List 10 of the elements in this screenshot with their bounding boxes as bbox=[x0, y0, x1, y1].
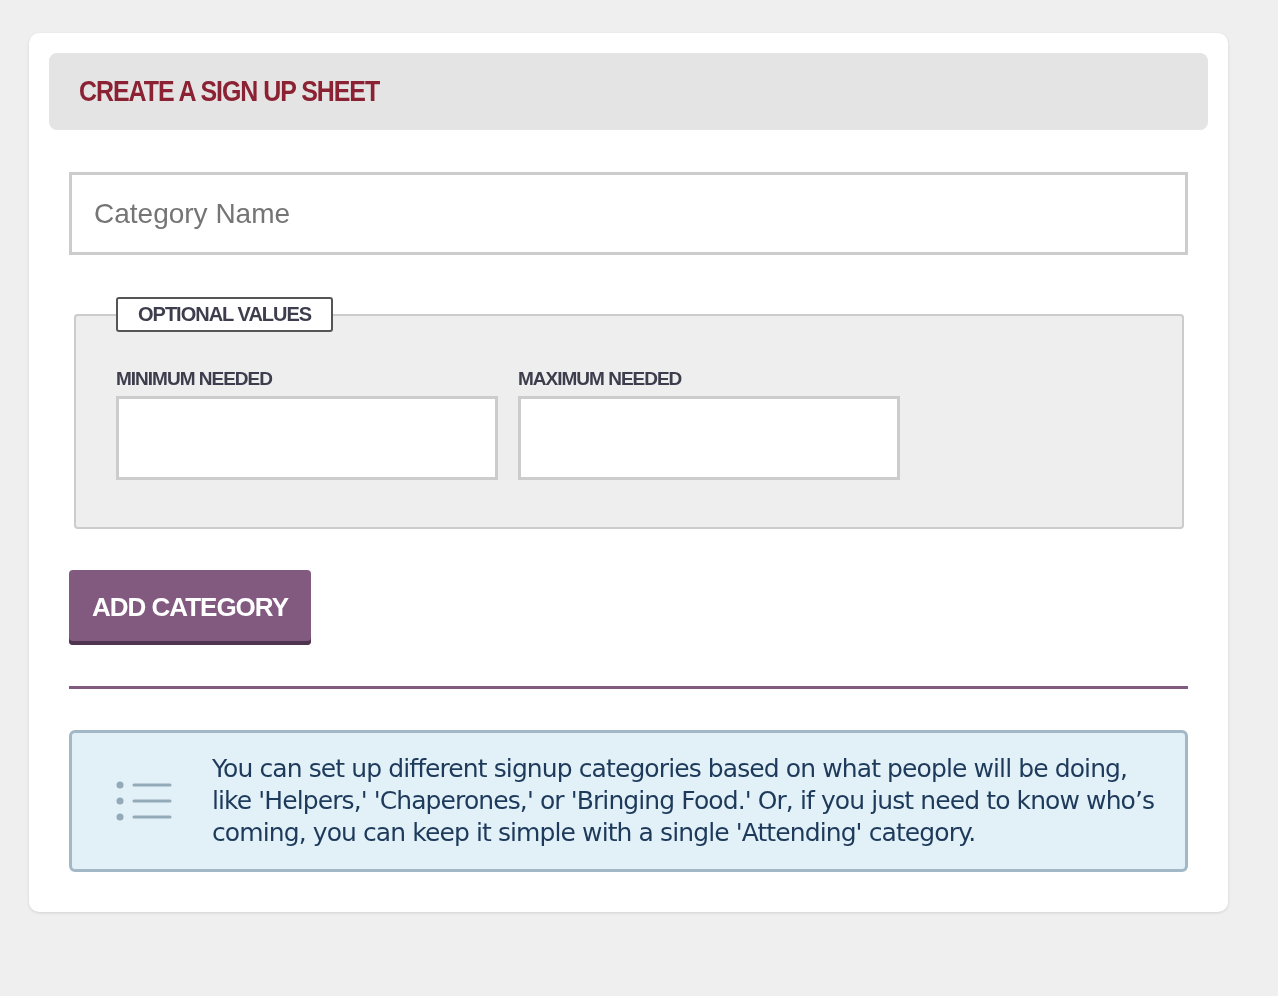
page-title: CREATE A SIGN UP SHEET bbox=[79, 75, 380, 108]
info-text: You can set up different signup categories based on what people will be doing, like 'Helpers,' 'Chaperones,' or 'Bringing Food.' Or, if you just need to know who’s coming, you can keep it simple with a single 'Attending' category. bbox=[212, 753, 1155, 849]
field-label: MINIMUM NEEDED bbox=[116, 368, 273, 390]
category-name-field[interactable]: Category Name bbox=[69, 172, 1188, 255]
list-icon bbox=[116, 781, 172, 821]
number-field[interactable] bbox=[518, 396, 900, 480]
add-category-button[interactable]: ADD CATEGORY bbox=[69, 570, 311, 645]
number-field[interactable] bbox=[116, 396, 498, 480]
optional-values-legend: OPTIONAL VALUES bbox=[116, 297, 334, 332]
field-label: MAXIMUM NEEDED bbox=[518, 368, 683, 390]
